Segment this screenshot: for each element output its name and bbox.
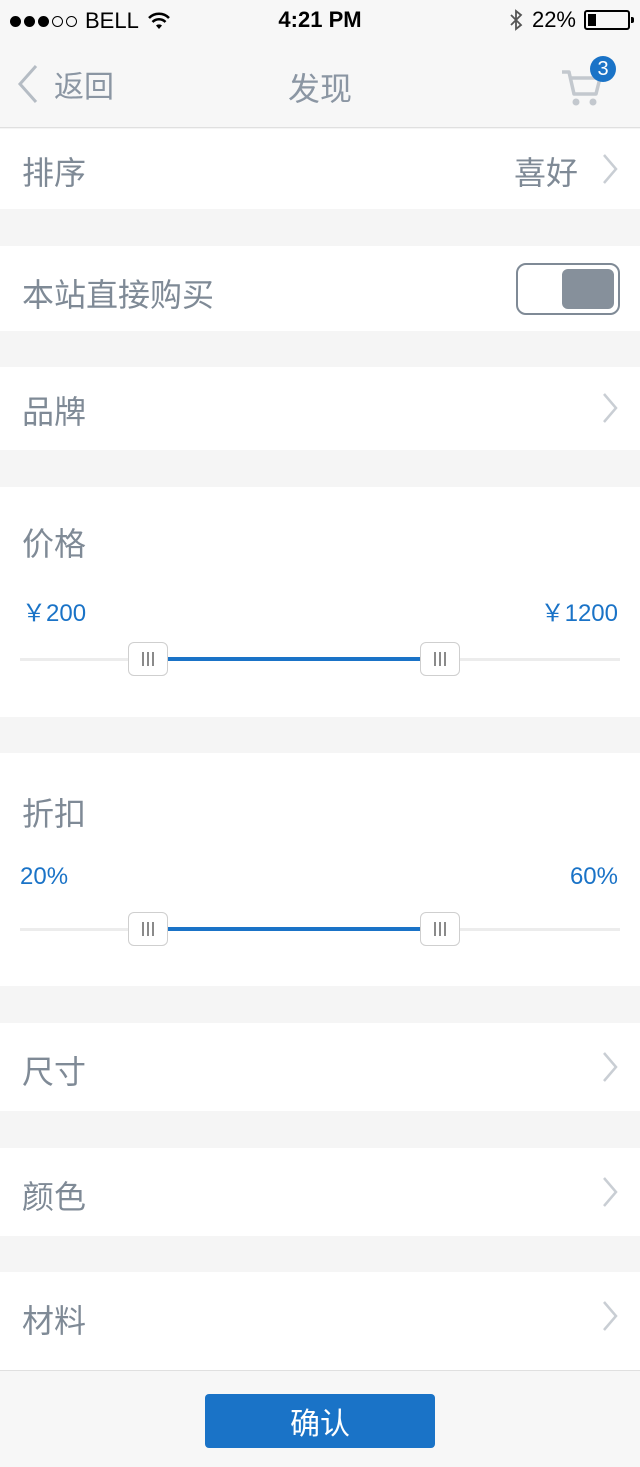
direct-buy-label: 本站直接购买	[22, 276, 215, 314]
material-row[interactable]: 材料	[0, 1272, 640, 1370]
brand-row[interactable]: 品牌	[0, 367, 640, 450]
bluetooth-icon	[510, 9, 523, 31]
status-bar: BELL 4:21 PM 22%	[0, 0, 640, 40]
discount-max-handle[interactable]	[420, 912, 460, 946]
sort-row[interactable]: 排序 喜好	[0, 129, 640, 209]
price-range-slider[interactable]	[20, 640, 620, 680]
discount-min-text: 20%	[20, 863, 69, 890]
slider-active-range	[148, 927, 440, 931]
price-min-handle[interactable]	[128, 642, 168, 676]
status-right: 22%	[508, 7, 634, 33]
price-label: 价格	[22, 525, 87, 563]
chevron-right-icon	[603, 393, 618, 423]
price-min-text: ￥200	[22, 600, 87, 627]
brand-label: 品牌	[22, 393, 87, 431]
battery-percent: 22%	[531, 7, 576, 32]
price-max-text: ￥1200	[540, 600, 618, 627]
discount-section: 折扣 20% 60%	[0, 753, 640, 986]
chevron-right-icon	[603, 1177, 618, 1207]
navigation-bar: 返回 发现 3	[0, 40, 640, 128]
chevron-right-icon	[603, 1052, 618, 1082]
color-label: 颜色	[22, 1178, 87, 1216]
cart-count-badge: 3	[590, 56, 616, 82]
size-row[interactable]: 尺寸	[0, 1023, 640, 1111]
sort-value: 喜好	[513, 154, 578, 192]
size-label: 尺寸	[22, 1053, 87, 1091]
color-row[interactable]: 颜色	[0, 1148, 640, 1236]
slider-active-range	[148, 657, 440, 661]
discount-range-slider[interactable]	[20, 910, 620, 950]
discount-min-handle[interactable]	[128, 912, 168, 946]
price-max-handle[interactable]	[420, 642, 460, 676]
battery-icon	[584, 10, 634, 30]
discount-max-text: 60%	[569, 863, 618, 890]
direct-buy-toggle[interactable]	[516, 263, 620, 315]
toggle-knob	[562, 269, 614, 309]
page-title: 发现	[287, 70, 352, 108]
material-label: 材料	[22, 1302, 87, 1340]
sort-label: 排序	[22, 154, 87, 192]
bottom-bar: 确认	[0, 1370, 640, 1467]
price-section: 价格 ￥200 ￥1200	[0, 487, 640, 717]
discount-label: 折扣	[22, 795, 87, 833]
confirm-button[interactable]: 确认	[205, 1394, 435, 1448]
chevron-right-icon	[603, 154, 618, 184]
chevron-right-icon	[603, 1301, 618, 1331]
direct-buy-row: 本站直接购买	[0, 246, 640, 331]
cart-button[interactable]: 3	[560, 56, 620, 110]
